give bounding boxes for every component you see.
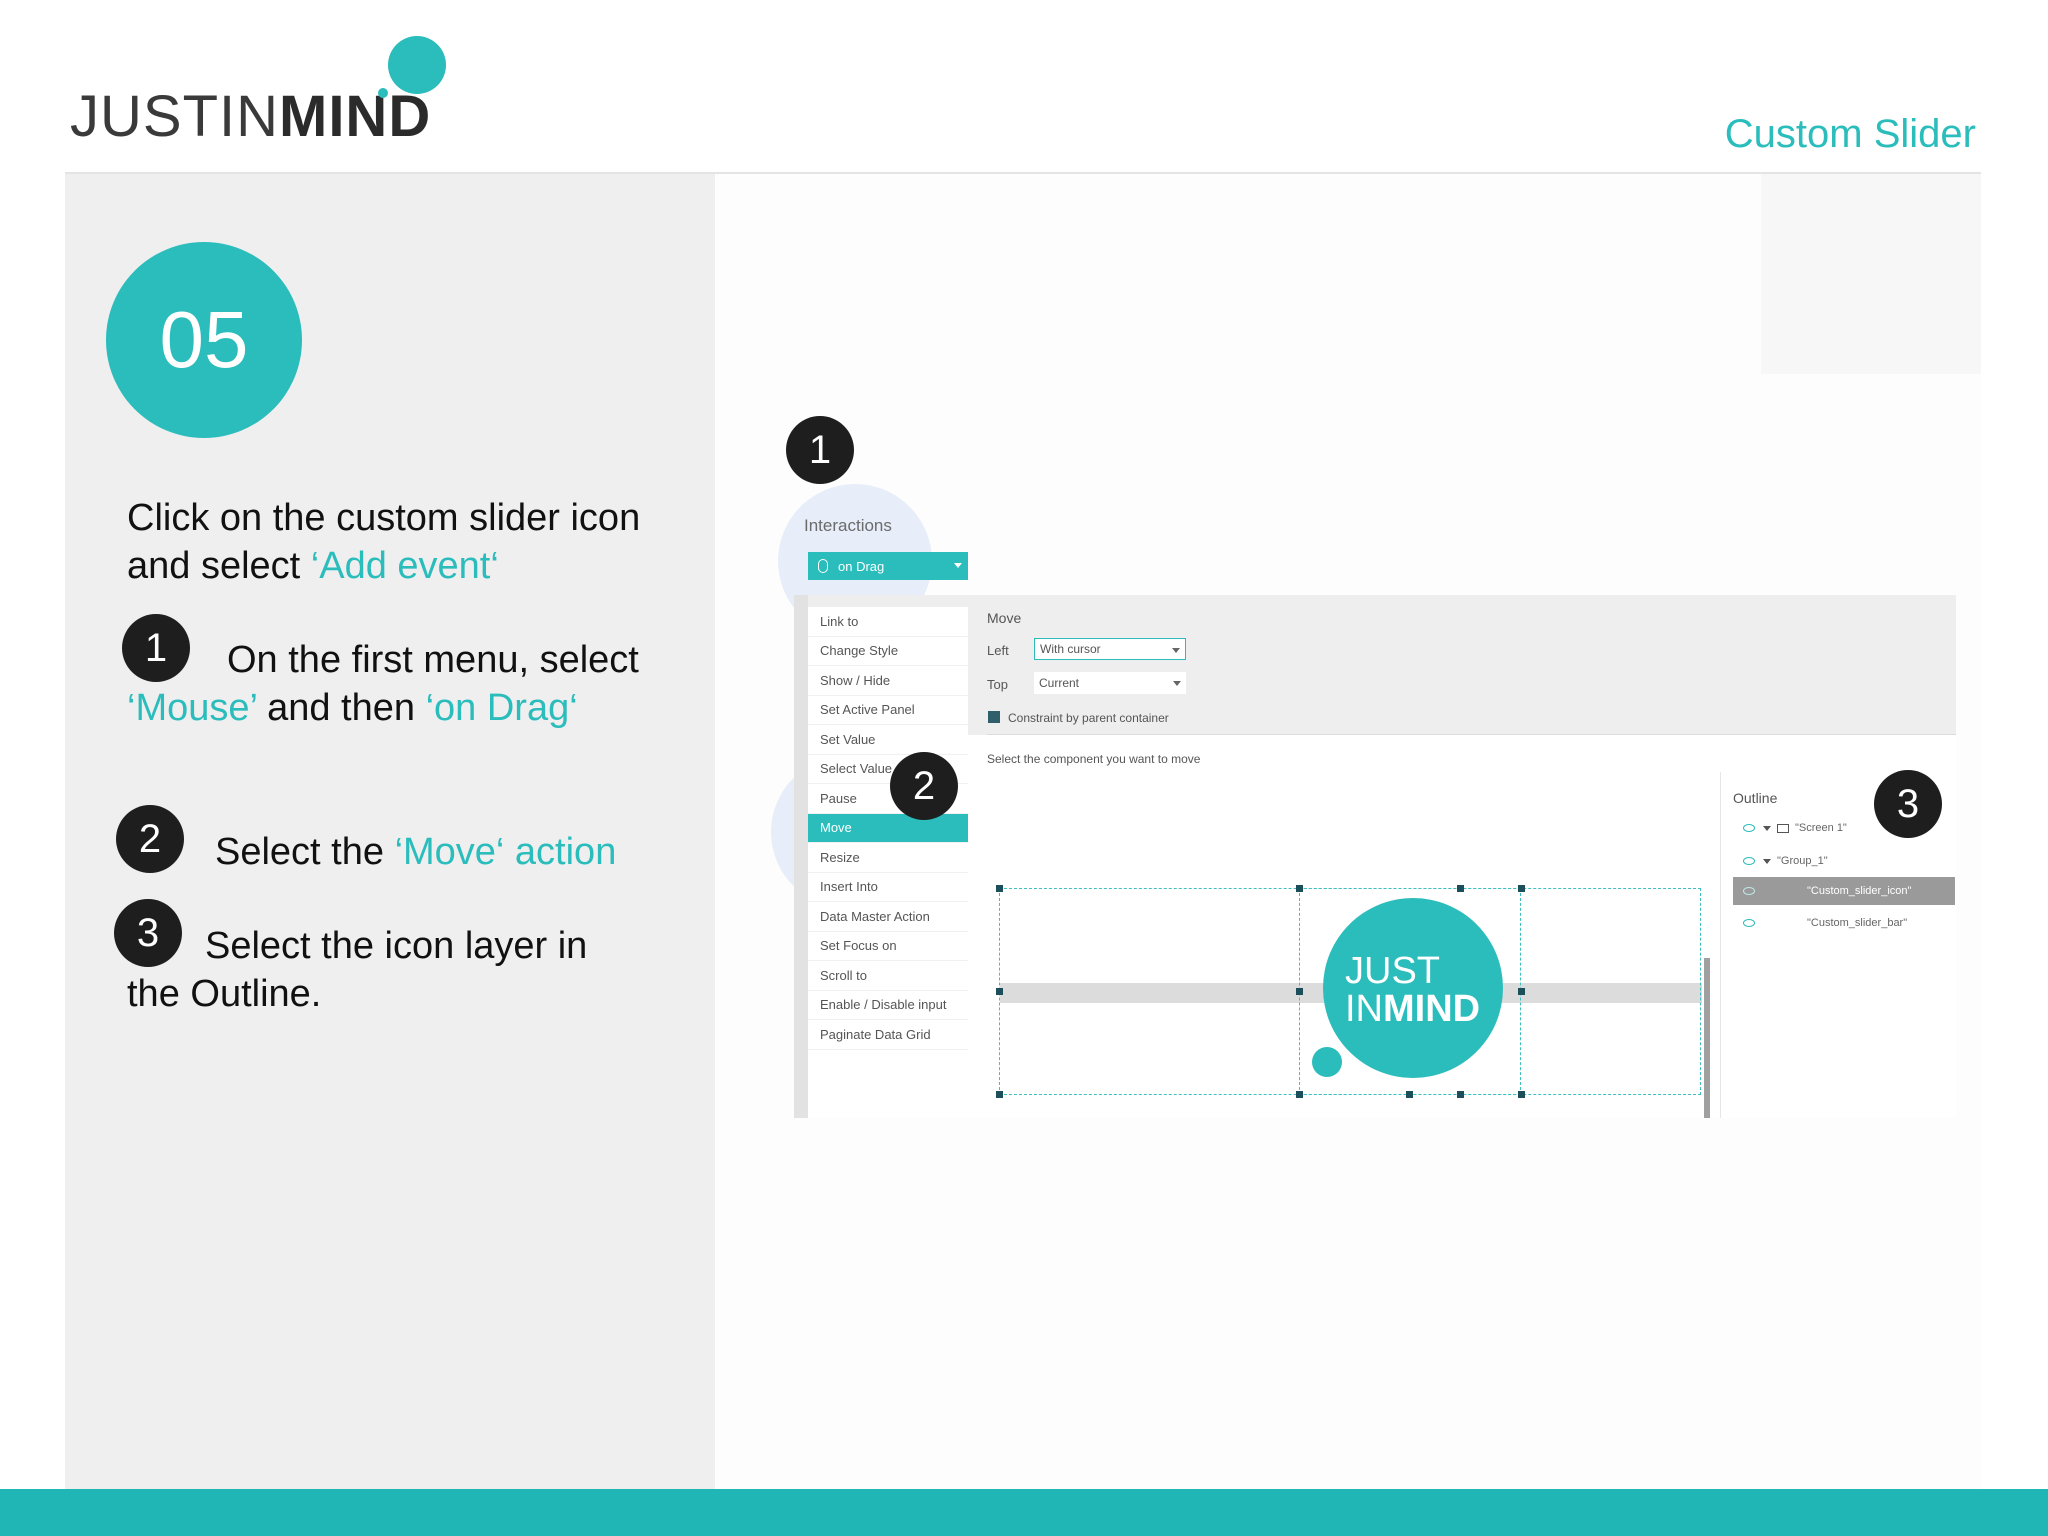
interactions-label: Interactions (804, 516, 892, 535)
callout-2: 2 (890, 752, 958, 820)
event-dropdown[interactable]: on Drag (808, 552, 968, 580)
event-dropdown-value: on Drag (838, 558, 885, 574)
step-1-highlight-mouse: ‘Mouse’ (127, 687, 257, 729)
selection-handle[interactable] (996, 988, 1003, 995)
constraint-checkbox[interactable] (988, 711, 1000, 723)
expand-arrow-icon[interactable] (1763, 825, 1771, 831)
step-1-highlight-ondrag: ‘on Drag‘ (425, 687, 578, 729)
outline-item-label: "Group_1" (1777, 855, 1828, 867)
monitor-icon (1777, 823, 1789, 833)
selection-handle[interactable] (1296, 988, 1303, 995)
step-2-text: Select the ‘Move‘ action (215, 828, 685, 876)
step-2-highlight: ‘Move‘ action (394, 831, 617, 873)
logo-wordmark: JUSTINMIND (70, 88, 431, 146)
step-2-bullet: 2 (116, 805, 184, 873)
step-1-pre: On the first menu, select (227, 639, 639, 681)
selection-handle[interactable] (1518, 1091, 1525, 1098)
custom-slider-icon[interactable]: JUST INMIND (1323, 898, 1503, 1078)
action-item-set-focus-on[interactable]: Set Focus on (808, 931, 968, 961)
outline-divider (1720, 772, 1721, 1118)
move-title: Move (987, 610, 1022, 626)
outline-item-group[interactable]: "Group_1" (1733, 847, 1955, 875)
left-select[interactable]: With cursor (1034, 638, 1186, 660)
outline-item-label: "Custom_slider_icon" (1807, 885, 1912, 897)
justinmind-logo: JUSTINMIND (70, 36, 460, 146)
constraint-label: Constraint by parent container (1008, 711, 1169, 725)
selection-handle[interactable] (1457, 1091, 1464, 1098)
action-item-insert-into[interactable]: Insert Into (808, 872, 968, 902)
action-item-data-master-action[interactable]: Data Master Action (808, 902, 968, 932)
eye-icon[interactable] (1743, 824, 1755, 832)
top-select-value: Current (1039, 676, 1080, 690)
logo-small-dot-icon (378, 88, 388, 98)
selection-handle[interactable] (1406, 1091, 1413, 1098)
canvas-scrollbar[interactable] (1704, 958, 1710, 1118)
expand-arrow-icon[interactable] (1763, 858, 1771, 864)
intro-text: Click on the custom slider icon and sele… (127, 494, 647, 590)
top-label: Top (987, 677, 1008, 692)
action-item-scroll-to[interactable]: Scroll to (808, 961, 968, 991)
selection-handle[interactable] (1518, 988, 1525, 995)
outline-item-slider-icon[interactable]: "Custom_slider_icon" (1733, 877, 1955, 905)
selection-handle[interactable] (1296, 1091, 1303, 1098)
selection-handle[interactable] (1457, 885, 1464, 892)
eye-icon[interactable] (1743, 857, 1755, 865)
slider-icon-text-line2-light: IN (1345, 988, 1383, 1030)
page-title: Custom Slider (1724, 112, 1976, 156)
action-item-show-hide[interactable]: Show / Hide (808, 666, 968, 696)
selection-handle[interactable] (1296, 885, 1303, 892)
logo-text-light: JUSTIN (70, 84, 279, 149)
chevron-down-icon (1172, 648, 1180, 653)
step-1-mid: and then (256, 687, 426, 729)
intro-highlight: ‘Add event‘ (310, 545, 499, 587)
footer-bar (0, 1489, 2048, 1536)
logo-dot-icon (388, 36, 446, 94)
eye-icon[interactable] (1743, 919, 1755, 927)
action-item-change-style[interactable]: Change Style (808, 636, 968, 666)
mouse-icon (818, 559, 828, 573)
action-dialog-header (794, 595, 1956, 735)
chevron-down-icon (954, 563, 962, 568)
action-list: Link to Change Style Show / Hide Set Act… (808, 607, 968, 1050)
outline-item-label: "Screen 1" (1795, 822, 1847, 834)
slider-icon-dot (1312, 1047, 1342, 1077)
left-select-value: With cursor (1040, 642, 1101, 656)
dialog-left-strip (794, 595, 808, 1118)
chevron-down-icon (1173, 681, 1181, 686)
screenshot-corner (1761, 174, 1981, 374)
step-1-text: On the first menu, select ‘Mouse’ and th… (127, 636, 647, 732)
slider-icon-logo-text: JUST INMIND (1345, 952, 1480, 1028)
slider-icon-text-line1: JUST (1345, 950, 1440, 992)
action-item-set-active-panel[interactable]: Set Active Panel (808, 695, 968, 725)
dialog-divider (987, 734, 1956, 735)
outline-item-label: "Custom_slider_bar" (1807, 917, 1908, 929)
step-2-pre: Select the (215, 831, 395, 873)
callout-1: 1 (786, 416, 854, 484)
slider-icon-text-line2-bold: MIND (1383, 988, 1481, 1030)
step-number-badge: 05 (106, 242, 302, 438)
selection-handle[interactable] (996, 1091, 1003, 1098)
top-select[interactable]: Current (1034, 672, 1186, 694)
callout-3: 3 (1874, 770, 1942, 838)
action-item-enable-disable-input[interactable]: Enable / Disable input (808, 990, 968, 1020)
action-item-set-value[interactable]: Set Value (808, 725, 968, 755)
selection-handle[interactable] (996, 885, 1003, 892)
action-item-link-to[interactable]: Link to (808, 607, 968, 637)
select-component-label: Select the component you want to move (987, 752, 1201, 766)
action-item-paginate-data-grid[interactable]: Paginate Data Grid (808, 1020, 968, 1050)
logo-text-bold: MIND (279, 84, 432, 149)
outline-title: Outline (1733, 790, 1778, 806)
action-item-resize[interactable]: Resize (808, 843, 968, 873)
outline-item-slider-bar[interactable]: "Custom_slider_bar" (1733, 909, 1955, 937)
eye-icon[interactable] (1743, 887, 1755, 895)
action-item-move[interactable]: Move (808, 813, 968, 843)
step-3-text: Select the icon layer in the Outline. (127, 925, 588, 1015)
left-label: Left (987, 643, 1009, 658)
selection-handle[interactable] (1518, 885, 1525, 892)
